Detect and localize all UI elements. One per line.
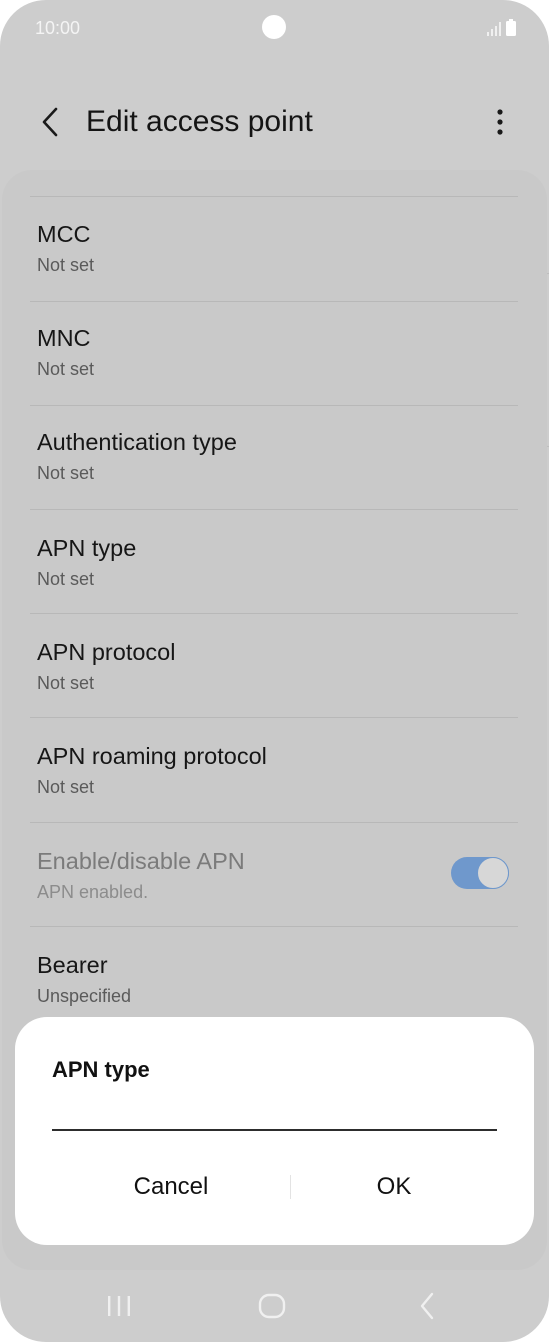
back-button[interactable] <box>30 100 70 144</box>
app-header: Edit access point <box>0 90 549 154</box>
setting-value: Not set <box>37 569 95 589</box>
ok-button[interactable]: OK <box>284 1159 504 1215</box>
setting-item-enable-apn[interactable]: Enable/disable APN APN enabled. <box>2 822 547 926</box>
setting-title: APN protocol <box>37 639 176 665</box>
recent-apps-button[interactable] <box>89 1284 149 1328</box>
setting-title: MCC <box>37 221 91 247</box>
setting-title: APN type <box>37 535 137 561</box>
battery-icon <box>506 19 516 36</box>
setting-title: MNC <box>37 325 91 351</box>
setting-value: Not set <box>37 255 95 275</box>
toggle-knob <box>477 857 509 889</box>
setting-title: Bearer <box>37 952 108 978</box>
status-icons <box>487 19 517 39</box>
status-bar: 10:00 <box>0 0 549 56</box>
setting-value: Unspecified <box>37 986 132 1006</box>
signal-icon <box>487 22 501 36</box>
dialog-title: APN type <box>52 1057 150 1082</box>
setting-title: Authentication type <box>37 429 237 455</box>
setting-item-apn-protocol[interactable]: APN protocol Not set <box>2 613 547 717</box>
front-camera <box>262 15 286 39</box>
more-vertical-icon <box>497 109 503 135</box>
setting-item-mcc[interactable]: MCC Not set <box>2 197 547 301</box>
setting-item-apn-type[interactable]: APN type Not set <box>2 509 547 613</box>
cancel-button[interactable]: Cancel <box>61 1159 281 1215</box>
setting-title: Enable/disable APN <box>37 848 245 874</box>
setting-item-authentication-type[interactable]: Authentication type Not set <box>2 405 547 509</box>
setting-value: Not set <box>37 777 95 797</box>
navigation-bar <box>0 1270 549 1342</box>
apn-enable-toggle[interactable] <box>451 857 509 889</box>
recent-apps-icon <box>108 1296 130 1316</box>
status-time: 10:00 <box>35 18 81 38</box>
page-title: Edit access point <box>86 105 313 138</box>
setting-value: Not set <box>37 463 95 483</box>
nav-back-icon <box>420 1292 434 1320</box>
nav-back-button[interactable] <box>397 1284 457 1328</box>
apn-type-dialog: APN type Cancel OK <box>15 1017 534 1245</box>
apn-type-input[interactable] <box>52 1095 497 1131</box>
phone-screen: 10:00 Edit access point MCC Not set MNC … <box>0 0 549 1342</box>
setting-value: APN enabled. <box>37 882 149 902</box>
more-options-button[interactable] <box>482 100 518 144</box>
setting-item-apn-roaming-protocol[interactable]: APN roaming protocol Not set <box>2 717 547 821</box>
home-icon <box>258 1293 286 1319</box>
setting-value: Not set <box>37 673 95 693</box>
setting-value: Not set <box>37 359 95 379</box>
chevron-left-icon <box>42 107 58 137</box>
setting-item-mnc[interactable]: MNC Not set <box>2 301 547 405</box>
home-button[interactable] <box>242 1284 302 1328</box>
setting-title: APN roaming protocol <box>37 743 267 769</box>
setting-item-bearer[interactable]: Bearer Unspecified <box>2 926 547 1030</box>
